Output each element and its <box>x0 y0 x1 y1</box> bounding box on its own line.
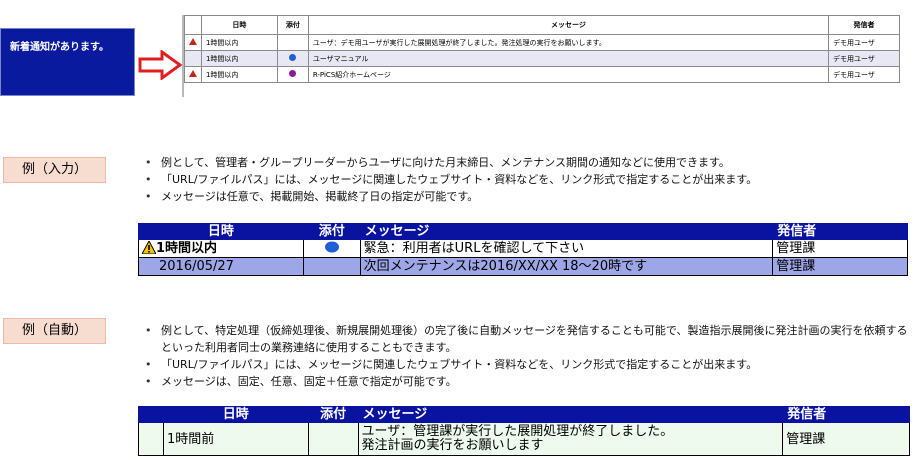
row-sender: 管理課 <box>772 239 908 258</box>
row-icon-cell <box>184 50 202 67</box>
header-datetime: 日時 <box>162 406 309 423</box>
row-icon-cell <box>138 422 164 456</box>
header-datetime: 日時 <box>200 15 278 35</box>
notification-text: 新着通知があります。 <box>10 42 109 53</box>
row-message-link[interactable]: 次回メンテナンスは2016/XX/XX 18～20時です <box>359 257 774 276</box>
table-header-row: 日時 添付 メッセージ 発信者 <box>184 15 900 35</box>
row-sender: デモ用ユーザ <box>828 50 900 67</box>
bullet-item: 例として、特定処理（仮締処理後、新規展開処理後）の完了後に自動メッセージを発信す… <box>145 322 915 356</box>
auto-bullet-list: 例として、特定処理（仮締処理後、新規展開処理後）の完了後に自動メッセージを発信す… <box>145 322 915 390</box>
input-bullet-list: 例として、管理者・グループリーダーからユーザに向けた月末締日、メンテナンス期間の… <box>145 154 915 205</box>
header-sender: 発信者 <box>772 223 908 240</box>
header-attachment: 添付 <box>276 15 309 35</box>
row-icon-cell <box>184 34 202 51</box>
header-sender: 発信者 <box>828 15 900 35</box>
message-line: 発注計画の実行をお願いします <box>361 438 544 453</box>
row-sender: デモ用ユーザ <box>828 34 900 51</box>
row-message-link[interactable]: ユーザ：管理課が実行した展開処理が終了しました。 発注計画の実行をお願いします <box>357 422 784 456</box>
row-attach[interactable] <box>276 50 309 67</box>
auto-example-table: 日時 添付 メッセージ 発信者 1時間前 ユーザ：管理課が実行した展開処理が終了… <box>138 406 910 456</box>
table-row[interactable]: 1時間前 ユーザ：管理課が実行した展開処理が終了しました。 発注計画の実行をお願… <box>138 422 910 456</box>
row-attach <box>276 34 309 51</box>
row-attach[interactable] <box>276 66 309 83</box>
row-sender: 管理課 <box>782 422 910 456</box>
row-message-link[interactable]: ユーザマニュアル <box>307 50 830 67</box>
section-label-auto: 例（自動） <box>3 318 106 344</box>
header-datetime: 日時 <box>138 223 304 240</box>
warning-icon <box>188 70 197 77</box>
row-attach[interactable] <box>302 239 361 258</box>
row-message-link[interactable]: ユーザ：デモ用ユーザが実行した展開処理が終了しました。発注処理の実行をお願いしま… <box>307 34 830 51</box>
table-header-row: 日時 添付 メッセージ 発信者 <box>138 406 910 423</box>
table-row[interactable]: 1時間以内 ユーザ：デモ用ユーザが実行した展開処理が終了しました。発注処理の実行… <box>184 34 900 51</box>
header-blank <box>138 406 164 423</box>
row-attach <box>307 422 359 456</box>
warning-icon <box>141 239 157 255</box>
row-time: 1時間以内 <box>200 50 278 67</box>
message-line: ユーザ：管理課が実行した展開処理が終了しました。 <box>361 424 674 439</box>
bullet-item: 「URL/ファイルパス」には、メッセージに関連したウェブサイト・資料などを、リン… <box>145 171 915 188</box>
bullet-item: 「URL/ファイルパス」には、メッセージに関連したウェブサイト・資料などを、リン… <box>145 356 915 373</box>
header-attachment: 添付 <box>307 406 359 423</box>
row-time-cell: 1時間以内 <box>138 239 304 258</box>
row-message-link[interactable]: 緊急：利用者はURLを確認して下さい <box>359 239 774 258</box>
row-time: 1時間前 <box>162 422 309 456</box>
bullet-item: メッセージは任意で、掲載開始、掲載終了日の指定が可能です。 <box>145 188 915 205</box>
header-message: メッセージ <box>307 15 830 35</box>
row-attach <box>302 257 361 276</box>
table-row[interactable]: 2016/05/27 次回メンテナンスは2016/XX/XX 18～20時です … <box>138 257 908 276</box>
row-time: 1時間以内 <box>200 66 278 83</box>
purple-dot-icon[interactable] <box>289 70 297 77</box>
row-time: 1時間以内 <box>156 241 218 256</box>
warning-icon <box>188 38 197 45</box>
header-message: メッセージ <box>357 406 784 423</box>
bullet-item: 例として、管理者・グループリーダーからユーザに向けた月末締日、メンテナンス期間の… <box>145 154 915 171</box>
table-row[interactable]: 1時間以内 ユーザマニュアル デモ用ユーザ <box>184 50 900 67</box>
bullet-item: メッセージは、固定、任意、固定＋任意で指定が可能です。 <box>145 373 915 390</box>
new-notification-popup[interactable]: 新着通知があります。 <box>0 28 135 96</box>
row-sender: 管理課 <box>772 257 908 276</box>
row-sender: デモ用ユーザ <box>828 66 900 83</box>
row-message-link[interactable]: R-PiCS紹介ホームページ <box>307 66 830 83</box>
row-icon-cell <box>184 66 202 83</box>
blue-dot-icon[interactable] <box>324 241 340 253</box>
row-time: 1時間以内 <box>200 34 278 51</box>
table-row[interactable]: 1時間以内 R-PiCS紹介ホームページ デモ用ユーザ <box>184 66 900 83</box>
header-attachment: 添付 <box>302 223 361 240</box>
section-label-input: 例（入力） <box>3 157 106 183</box>
header-icon <box>184 15 202 35</box>
header-message: メッセージ <box>359 223 774 240</box>
blue-dot-icon[interactable] <box>289 54 297 61</box>
table-header-row: 日時 添付 メッセージ 発信者 <box>138 223 908 240</box>
table-row[interactable]: 1時間以内 緊急：利用者はURLを確認して下さい 管理課 <box>138 239 908 258</box>
arrow-right-icon <box>138 50 182 80</box>
row-time: 2016/05/27 <box>138 257 304 276</box>
message-list-table: 日時 添付 メッセージ 発信者 1時間以内 ユーザ：デモ用ユーザが実行した展開処… <box>184 15 900 83</box>
input-example-table: 日時 添付 メッセージ 発信者 1時間以内 緊急：利用者はURLを確認して下さい… <box>138 223 908 276</box>
header-sender: 発信者 <box>782 406 910 423</box>
